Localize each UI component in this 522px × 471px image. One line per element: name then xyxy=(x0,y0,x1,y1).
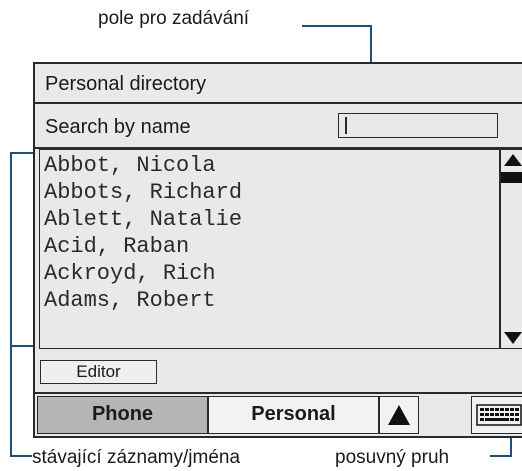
directory-list[interactable]: Abbot, Nicola Abbots, Richard Ablett, Na… xyxy=(39,149,500,349)
tab-phone[interactable]: Phone xyxy=(37,396,208,434)
title-bar: Personal directory xyxy=(35,64,522,104)
list-item[interactable]: Adams, Robert xyxy=(44,290,216,312)
keyboard-icon xyxy=(476,404,522,426)
editor-button[interactable]: Editor xyxy=(40,360,157,384)
scroll-down-arrow-icon[interactable] xyxy=(504,332,522,344)
tab-bar: Phone Personal xyxy=(35,392,522,436)
list-item[interactable]: Abbot, Nicola xyxy=(44,155,216,177)
tab-personal[interactable]: Personal xyxy=(208,396,379,434)
search-label: Search by name xyxy=(45,116,191,138)
callout-scrollbar-label: posuvný pruh xyxy=(335,447,450,468)
search-row: Search by name xyxy=(35,104,522,149)
callout-line xyxy=(10,455,32,457)
list-item[interactable]: Abbots, Richard xyxy=(44,182,242,204)
callout-line xyxy=(302,25,372,27)
window-title: Personal directory xyxy=(45,73,207,95)
callout-input-field-label: pole pro zadávání xyxy=(98,8,250,29)
keyboard-button[interactable] xyxy=(471,396,522,434)
callout-line xyxy=(10,152,12,457)
list-item[interactable]: Ackroyd, Rich xyxy=(44,263,216,285)
list-item[interactable]: Acid, Raban xyxy=(44,236,189,258)
search-input[interactable] xyxy=(338,113,498,138)
tab-scroll-button[interactable] xyxy=(379,396,419,434)
scrollbar-thumb[interactable] xyxy=(501,172,522,183)
list-item[interactable]: Ablett, Natalie xyxy=(44,209,242,231)
scroll-up-arrow-icon[interactable] xyxy=(504,154,522,166)
callout-line xyxy=(490,455,512,457)
callout-existing-entries-label: stávající záznamy/jména xyxy=(32,447,241,468)
tab-up-arrow-icon xyxy=(388,405,410,425)
personal-directory-window: Personal directory Search by name Abbot,… xyxy=(33,62,522,438)
text-caret xyxy=(345,117,347,134)
scrollbar[interactable] xyxy=(500,149,522,349)
